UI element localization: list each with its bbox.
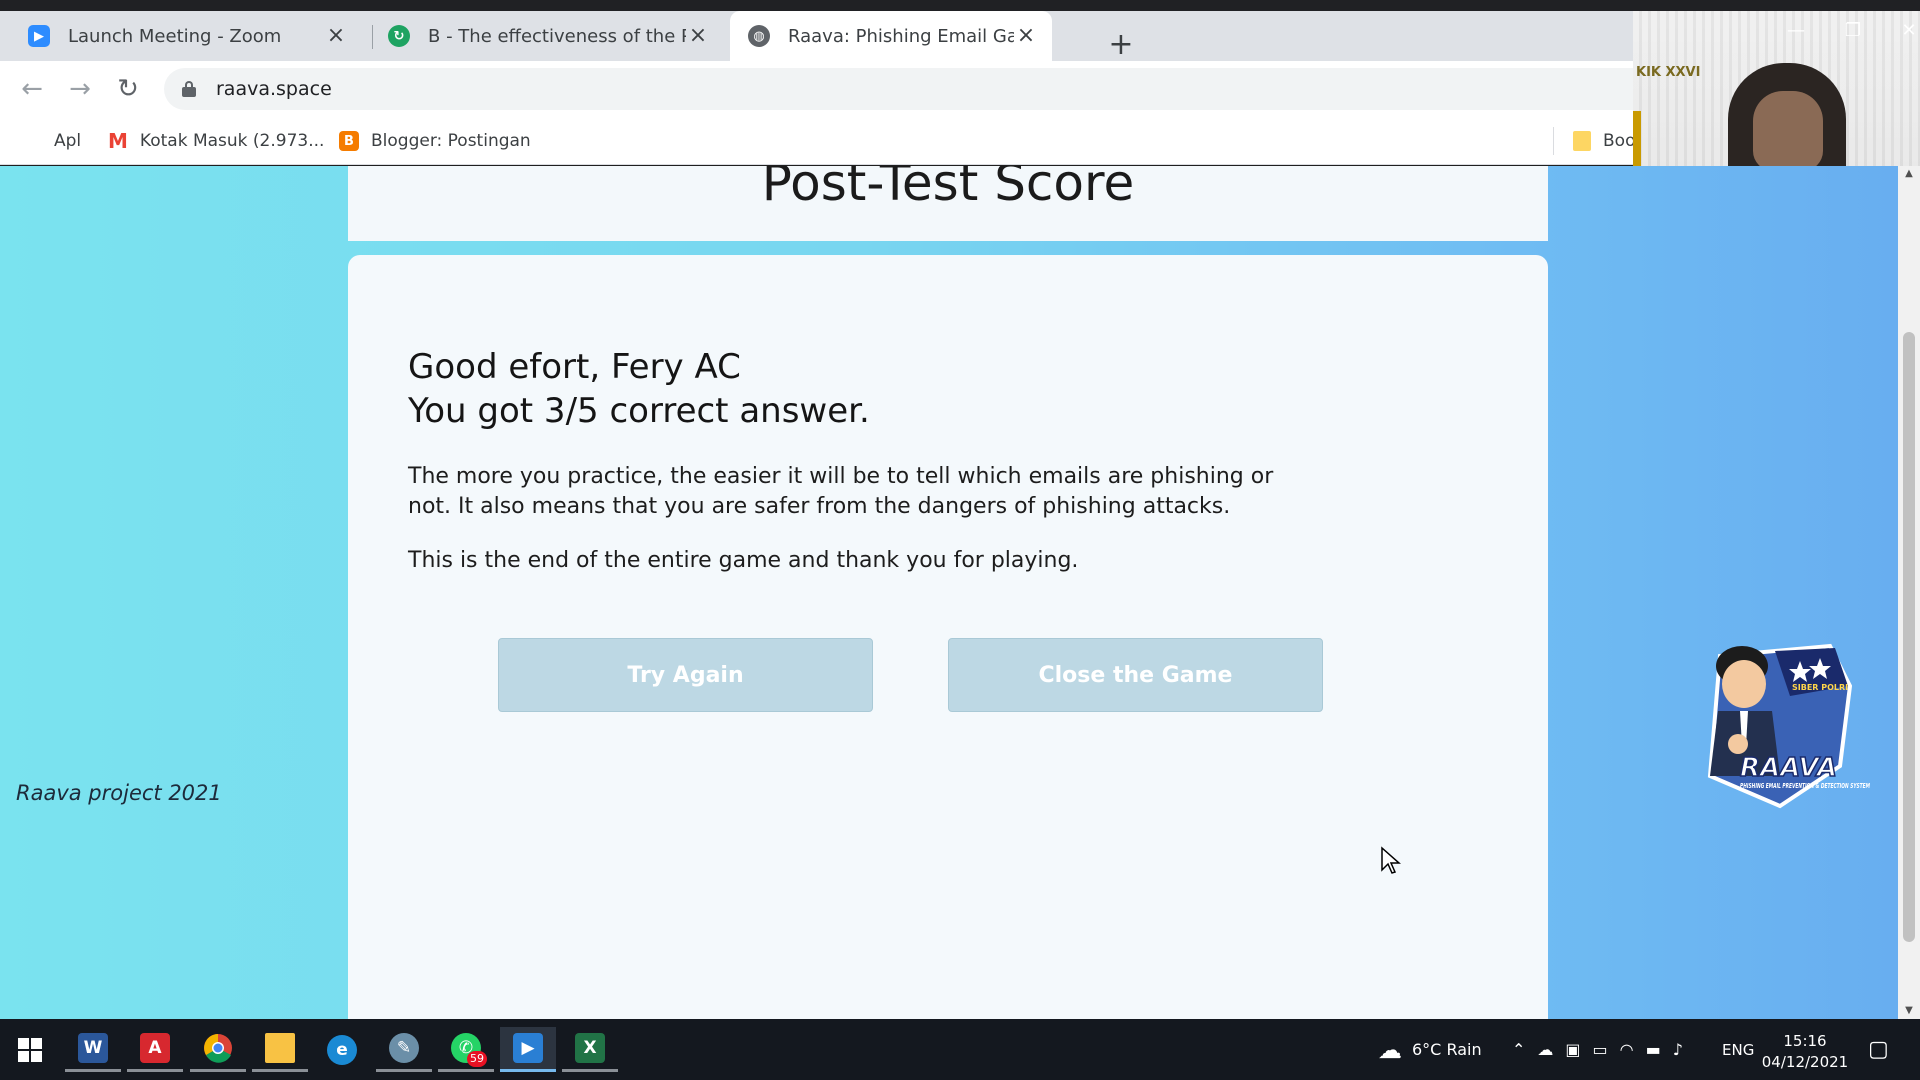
notification-center-icon[interactable]: ▢	[1868, 1019, 1889, 1080]
whatsapp-icon[interactable]: ✆ 59	[438, 1027, 494, 1072]
globe-icon: ◍	[748, 25, 770, 47]
bookmark-gmail[interactable]: M Kotak Masuk (2.973...	[108, 117, 324, 165]
chevron-up-icon[interactable]: ⌃	[1512, 1040, 1525, 1059]
word-icon[interactable]: W	[65, 1027, 121, 1072]
volume-icon[interactable]: ♪	[1673, 1040, 1683, 1059]
tab-title: B - The effectiveness of the Phish	[428, 25, 686, 47]
taskbar-clock[interactable]: 15:16 04/12/2021	[1755, 1031, 1855, 1073]
windows-taskbar: W A e ✎ ✆ 59 ▶ X ☁ 6°C Rain ⌃ ☁ ▣ ▭ ◠ ▬ ♪…	[0, 1019, 1920, 1080]
mascot-title: RAAVA	[1740, 753, 1837, 783]
gmail-icon: M	[108, 129, 128, 153]
paint-icon[interactable]: ✎	[376, 1027, 432, 1072]
edge-icon[interactable]: e	[314, 1027, 370, 1072]
clock-date: 04/12/2021	[1761, 1053, 1849, 1071]
weather-text: 6°C Rain	[1412, 1040, 1482, 1059]
webcam-poster-text: KIK XXVI	[1636, 65, 1701, 80]
tab-zoom[interactable]: ▶ Launch Meeting - Zoom ×	[0, 11, 362, 61]
reload-icon[interactable]: ↻	[114, 75, 142, 103]
score-line: You got 3/5 correct answer.	[408, 391, 870, 431]
close-game-button[interactable]: Close the Game	[948, 638, 1323, 712]
new-tab-button[interactable]: +	[1106, 30, 1136, 61]
restore-icon[interactable]: ❐	[1833, 19, 1873, 43]
close-icon[interactable]: ×	[324, 24, 348, 48]
bookmark-label: Kotak Masuk (2.973...	[139, 131, 325, 151]
mascot-subtitle: PHISHING EMAIL PREVENTION & DETECTION SY…	[1740, 782, 1870, 790]
bookmark-blogger[interactable]: B Blogger: Postingan	[339, 117, 531, 165]
excel-icon[interactable]: X	[562, 1027, 618, 1072]
bookmark-label: Blogger: Postingan	[371, 131, 531, 151]
start-icon[interactable]	[2, 1027, 58, 1072]
folder-icon	[1573, 131, 1591, 151]
raava-mascot-logo: SIBER POLRI RAAVA PHISHING EMAIL PREVENT…	[1707, 643, 1870, 809]
url-input[interactable]: raava.space	[164, 68, 1864, 110]
zoom-icon: ▶	[28, 25, 50, 47]
bookmark-separator	[1553, 127, 1554, 155]
mascot-badge-text: SIBER POLRI	[1792, 683, 1848, 692]
tab-bar: ▶ Launch Meeting - Zoom × ↻ B - The effe…	[0, 11, 1920, 61]
blogger-icon: B	[339, 131, 359, 151]
tab-phishing-doc[interactable]: ↻ B - The effectiveness of the Phish ×	[372, 11, 724, 61]
bookmark-folder[interactable]: Boo	[1573, 117, 1635, 165]
page-scrollbar[interactable]: ▲ ▼	[1898, 166, 1920, 1019]
scroll-down-icon[interactable]: ▼	[1898, 1003, 1920, 1019]
weather-widget[interactable]: ☁ 6°C Rain	[1378, 1019, 1482, 1080]
bookmark-apps[interactable]: Apl	[22, 117, 81, 165]
mouse-cursor-icon	[1381, 846, 1401, 874]
bookmark-label: Boo	[1603, 131, 1636, 151]
back-arrow-icon[interactable]: ←	[18, 75, 46, 103]
webcam-stripe	[1633, 111, 1641, 169]
close-icon[interactable]: ×	[1014, 24, 1038, 48]
notification-badge: 59	[467, 1051, 487, 1067]
url-text: raava.space	[216, 78, 332, 100]
close-icon[interactable]: ×	[686, 24, 710, 48]
language-indicator[interactable]: ENG	[1722, 1019, 1754, 1080]
try-again-button[interactable]: Try Again	[498, 638, 873, 712]
bookmark-label: Apl	[54, 131, 82, 151]
tab-raava-game[interactable]: ◍ Raava: Phishing Email Game ×	[730, 11, 1052, 61]
webcam-overlay: KIK XXVI — ❐ ✕	[1633, 11, 1920, 169]
practice-paragraph: The more you practice, the easier it wil…	[408, 464, 1274, 519]
bookmarks-bar: Apl M Kotak Masuk (2.973... B Blogger: P…	[0, 117, 1920, 165]
webcam-face	[1753, 91, 1823, 169]
greeting-text: Good efort, Fery AC You got 3/5 correct …	[408, 345, 870, 433]
minimize-icon[interactable]: —	[1776, 19, 1816, 43]
acrobat-icon[interactable]: A	[127, 1027, 183, 1072]
apps-grid-icon	[22, 131, 42, 151]
file-explorer-icon[interactable]	[252, 1027, 308, 1072]
display-icon[interactable]: ▭	[1593, 1040, 1608, 1059]
score-card: Good efort, Fery AC You got 3/5 correct …	[348, 255, 1548, 1019]
system-tray: ⌃ ☁ ▣ ▭ ◠ ▬ ♪	[1512, 1019, 1683, 1080]
window-top-strip	[0, 0, 1920, 11]
chrome-icon[interactable]	[190, 1027, 246, 1072]
battery-icon[interactable]: ▬	[1646, 1040, 1661, 1059]
address-bar: ← → ↻ raava.space	[0, 61, 1920, 117]
forward-arrow-icon[interactable]: →	[66, 75, 94, 103]
greeting-line: Good efort, Fery AC	[408, 347, 741, 387]
tab-title: Raava: Phishing Email Game	[788, 25, 1014, 47]
onedrive-icon[interactable]: ☁	[1537, 1040, 1553, 1059]
end-game-paragraph: This is the end of the entire game and t…	[408, 548, 1079, 573]
page-title: Post-Test Score	[761, 166, 1135, 212]
header-card: Post-Test Score	[348, 166, 1548, 241]
close-window-icon[interactable]: ✕	[1889, 19, 1920, 43]
clock-time: 15:16	[1783, 1032, 1827, 1050]
weather-cloud-icon: ☁	[1378, 1035, 1402, 1064]
scroll-up-icon[interactable]: ▲	[1898, 166, 1920, 182]
shared-doc-icon: ↻	[388, 25, 410, 47]
scrollbar-thumb[interactable]	[1903, 332, 1915, 942]
media-player-icon[interactable]: ▶	[500, 1027, 556, 1072]
footer-credit: Raava project 2021	[16, 781, 222, 805]
page-viewport: Post-Test Score Good efort, Fery AC You …	[0, 166, 1898, 1019]
meet-now-icon[interactable]: ▣	[1565, 1040, 1580, 1059]
tab-title: Launch Meeting - Zoom	[68, 25, 282, 47]
lock-icon	[182, 81, 196, 97]
wifi-icon[interactable]: ◠	[1620, 1040, 1634, 1059]
